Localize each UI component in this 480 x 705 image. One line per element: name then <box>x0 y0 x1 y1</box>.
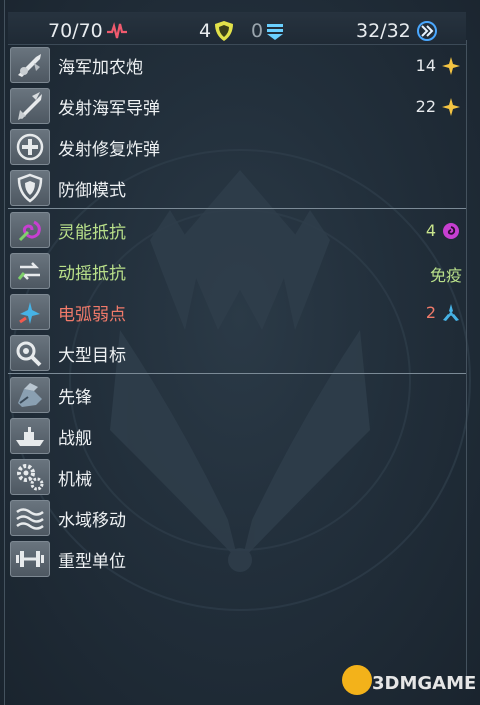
attribute-list: 海军加农炮 14 发射海军导弹 22 发射修复炸弹 防御模式 灵能抵抗 4 动摇… <box>8 44 466 579</box>
naval-cannon-icon <box>10 47 50 83</box>
attribute-row-naval-cannon[interactable]: 海军加农炮 14 <box>8 44 466 85</box>
attribute-label: 防御模式 <box>58 181 126 201</box>
attribute-label: 水域移动 <box>58 511 126 531</box>
attribute-label: 发射海军导弹 <box>58 99 160 119</box>
vanguard-icon <box>10 377 50 413</box>
frame-border-right <box>466 40 467 680</box>
armor-value: 0 <box>251 20 264 42</box>
shield-value: 4 <box>199 20 212 42</box>
attribute-row-vanguard[interactable]: 先锋 <box>8 373 466 415</box>
armor-plating-icon <box>267 24 283 40</box>
attribute-label: 动摇抵抗 <box>58 264 126 284</box>
large-target-icon <box>10 335 50 371</box>
attribute-label: 发射修复炸弹 <box>58 140 160 160</box>
attribute-value: 22 <box>415 97 436 116</box>
unit-stats-bar: 70/70 4 0 32/32 <box>8 12 466 45</box>
gears-icon <box>10 459 50 495</box>
attribute-row-defense-mode[interactable]: 防御模式 <box>8 167 466 208</box>
naval-missile-icon <box>10 88 50 124</box>
attribute-row-naval-missile[interactable]: 发射海军导弹 22 <box>8 85 466 126</box>
attribute-row-large-target[interactable]: 大型目标 <box>8 332 466 373</box>
attribute-row-arc-weakness[interactable]: 电弧弱点 2 <box>8 291 466 332</box>
attribute-label: 海军加农炮 <box>58 58 143 78</box>
speed-value: 32/32 <box>356 20 411 42</box>
site-logo-icon <box>342 665 372 695</box>
attribute-label: 机械 <box>58 470 92 490</box>
attribute-row-repair-bomb[interactable]: 发射修复炸弹 <box>8 126 466 167</box>
attribute-row-mechanical[interactable]: 机械 <box>8 456 466 497</box>
frame-border-left <box>4 0 5 705</box>
attribute-value: 4 <box>425 221 436 240</box>
attribute-label: 大型目标 <box>58 346 126 366</box>
attribute-label: 战舰 <box>58 429 92 449</box>
attribute-row-heavy-unit[interactable]: 重型单位 <box>8 538 466 579</box>
attribute-label: 灵能抵抗 <box>58 223 126 243</box>
warship-icon <box>10 418 50 454</box>
attribute-value: 14 <box>415 56 436 75</box>
shock-icon <box>10 253 50 289</box>
psionic-icon <box>10 212 50 248</box>
arc-icon <box>10 294 50 330</box>
attribute-row-water-movement[interactable]: 水域移动 <box>8 497 466 538</box>
speed-chevron-icon <box>417 21 437 41</box>
attribute-value: 2 <box>425 303 436 322</box>
attribute-row-psionic-resistance[interactable]: 灵能抵抗 4 <box>8 208 466 250</box>
attribute-label: 电弧弱点 <box>58 305 126 325</box>
dumbbell-icon <box>10 541 50 577</box>
attribute-row-shock-resistance[interactable]: 动摇抵抗 免疫 <box>8 250 466 291</box>
attribute-label: 先锋 <box>58 388 92 408</box>
attribute-value: 免疫 <box>429 266 462 285</box>
arc-triad-icon <box>443 304 459 321</box>
health-value: 70/70 <box>48 20 103 42</box>
health-pulse-icon <box>107 22 127 39</box>
starburst-icon <box>442 57 460 75</box>
watermark-text: 3DMGAME <box>372 673 477 694</box>
shield-icon <box>215 21 233 41</box>
repair-bomb-icon <box>10 129 50 165</box>
attribute-label: 重型单位 <box>58 552 126 572</box>
site-watermark: 3DMGAME <box>342 665 478 699</box>
starburst-icon <box>442 98 460 116</box>
attribute-row-warship[interactable]: 战舰 <box>8 415 466 456</box>
shield-mode-icon <box>10 170 50 206</box>
psionic-swirl-icon <box>443 223 459 239</box>
waves-icon <box>10 500 50 536</box>
